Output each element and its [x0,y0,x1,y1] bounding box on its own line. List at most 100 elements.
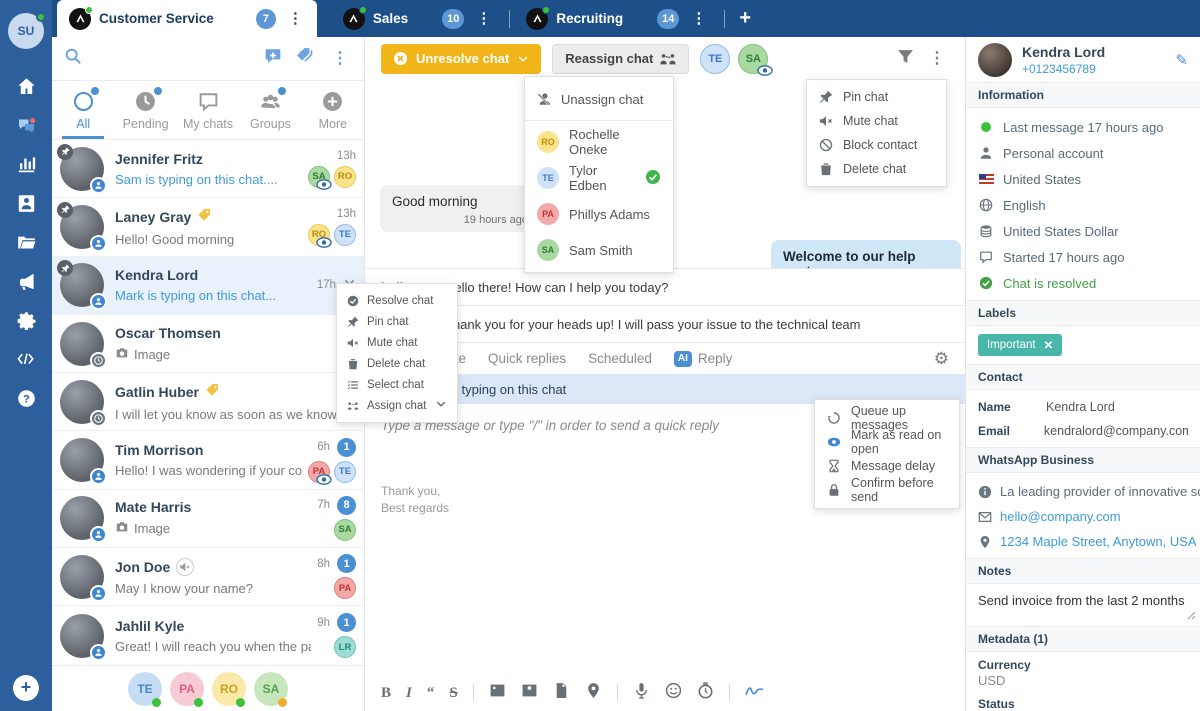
new-chat-icon[interactable] [264,47,282,70]
business-address-link[interactable]: 1234 Maple Street, Anytown, USA 12... [966,529,1200,554]
chat-row-gatlin-huber[interactable]: Gatlin Huber I will let you know as soon… [52,373,364,431]
pinned-icon [57,260,73,276]
filter-tab-my-chats[interactable]: My chats [177,81,239,139]
composer-settings-gear-icon[interactable]: ⚙ [934,349,949,369]
menu-item-delete-chat[interactable]: Delete chat [807,157,946,181]
menu-item-pin-chat[interactable]: Pin chat [807,85,946,109]
menu-item-queue-messages[interactable]: Queue up messages [815,406,959,430]
menu-item-unassign-chat[interactable]: Unassign chat [525,81,673,117]
quote-icon[interactable]: “ [427,685,435,702]
chat-row-jahlil-kyle[interactable]: Jahlil Kyle Great! I will reach you when… [52,606,364,664]
filter-tab-label: Pending [123,117,169,131]
notes-textarea[interactable]: Send invoice from the last 2 months [966,584,1200,626]
tab-sales[interactable]: Sales 10 ⋮ [331,0,506,37]
emoji-icon[interactable] [665,682,682,704]
chat-row-tim-morrison[interactable]: Tim Morrison Hello! I was wondering if y… [52,431,364,489]
tab-scheduled[interactable]: Scheduled [588,343,652,374]
signature-icon[interactable] [745,684,764,702]
chat-row-jon-doe[interactable]: Jon Doe May I know your name? 8h1 PA [52,548,364,606]
assignee-avatar[interactable]: SA [738,44,768,74]
contacts-icon[interactable] [0,184,52,223]
agent-presence-chip[interactable]: PA [170,672,204,706]
filter-icon[interactable] [897,48,914,70]
search-icon[interactable] [64,47,82,70]
menu-item-pin-chat[interactable]: Pin chat [337,311,457,332]
chat-row-oscar-thomsen[interactable]: Oscar Thomsen Image 5h [52,315,364,373]
menu-item-delete-chat[interactable]: Delete chat [337,353,457,374]
contact-card-icon[interactable] [521,682,538,704]
reassign-chat-button[interactable]: Reassign chat [552,44,689,74]
label-chip-important[interactable]: Important✕ [978,334,1062,356]
menu-item-agent-tylor[interactable]: TETylor Edben [525,160,673,196]
menu-item-resolve-chat[interactable]: Resolve chat [337,290,457,311]
tab-ai-reply[interactable]: AIReply [674,343,733,374]
agent-presence-chip[interactable]: TE [128,672,162,706]
analytics-icon[interactable] [0,145,52,184]
files-icon[interactable] [0,223,52,262]
message-time: 19 hours ago [392,214,528,226]
tab-menu-icon[interactable]: ⋮ [284,11,307,26]
mic-icon[interactable] [633,682,650,704]
broadcast-icon[interactable] [0,262,52,301]
tab-quick-replies[interactable]: Quick replies [488,343,566,374]
menu-item-mute-chat[interactable]: Mute chat [337,332,457,353]
edit-contact-icon[interactable]: ✎ [1175,51,1188,69]
italic-icon[interactable]: I [406,685,412,702]
menu-item-assign-chat[interactable]: Assign chat [337,395,457,416]
chat-time: 17h [317,279,336,291]
envelope-icon [978,510,992,524]
notes-text: Send invoice from the last 2 months [978,593,1185,608]
filter-tab-groups[interactable]: Groups [239,81,301,139]
agent-presence-chip[interactable]: SA [254,672,288,706]
assignee-avatar[interactable]: TE [700,44,730,74]
file-icon[interactable] [553,682,570,704]
chats-icon[interactable] [0,106,52,145]
filter-tab-pending[interactable]: Pending [114,81,176,139]
tab-menu-icon[interactable]: ⋮ [472,11,495,26]
home-icon[interactable] [0,67,52,106]
chat-row-laney-gray[interactable]: Laney Gray Hello! Good morning 13h ROTE [52,198,364,256]
agent-presence-chip[interactable]: RO [212,672,246,706]
chat-row-mate-harris[interactable]: Mate Harris Image 7h8 SA [52,490,364,548]
business-email-link[interactable]: hello@company.com [966,504,1200,529]
chat-row-jennifer-fritz[interactable]: Jennifer Fritz Sam is typing on this cha… [52,140,364,198]
menu-item-block-contact[interactable]: Block contact [807,133,946,157]
remove-label-icon[interactable]: ✕ [1044,338,1054,352]
menu-item-agent-sam[interactable]: SASam Smith [525,232,673,268]
help-icon[interactable]: ? [0,379,52,418]
labels-filter-icon[interactable] [296,47,314,70]
strikethrough-icon[interactable]: S [449,685,457,702]
tab-customer-service[interactable]: Customer Service 7 ⋮ [57,0,317,37]
menu-item-message-delay[interactable]: Message delay [815,454,959,478]
timer-icon[interactable] [697,682,714,704]
settings-icon[interactable] [0,301,52,340]
tab-recruiting[interactable]: Recruiting 14 ⋮ [514,0,720,37]
conversation-menu-icon[interactable]: ⋮ [925,51,949,67]
filter-tab-more[interactable]: More [302,81,364,139]
section-whatsapp-business: WhatsApp Business [966,447,1200,473]
add-workspace-button[interactable]: + [13,675,39,701]
filter-tab-all[interactable]: All [52,81,114,139]
menu-item-agent-phillys[interactable]: PAPhillys Adams [525,196,673,232]
tab-menu-icon[interactable]: ⋮ [687,11,710,26]
location-icon[interactable] [585,682,602,704]
menu-item-select-chat[interactable]: Select chat [337,374,457,395]
resize-handle[interactable] [1187,608,1196,623]
media-icon[interactable] [489,682,506,704]
menu-item-mute-chat[interactable]: Mute chat [807,109,946,133]
filter-tab-label: Groups [250,117,291,131]
new-tab-button[interactable]: + [729,7,761,30]
menu-item-mark-read-on-open[interactable]: Mark as read on open [815,430,959,454]
contact-phone[interactable]: +0123456789 [1022,62,1105,76]
chat-row-kendra-lord[interactable]: Kendra Lord Mark is typing on this chat.… [52,257,364,315]
menu-item-agent-rochelle[interactable]: RORochelle Oneke [525,124,673,160]
chat-list-menu-icon[interactable]: ⋮ [328,51,352,67]
unresolve-chat-button[interactable]: Unresolve chat [381,44,541,74]
integrations-icon[interactable] [0,340,52,379]
person-slash-icon [537,92,551,106]
bold-icon[interactable]: B [381,685,391,702]
chevron-down-icon [435,398,447,413]
menu-item-confirm-before-send[interactable]: Confirm before send [815,478,959,502]
clock-icon [135,91,156,112]
user-avatar[interactable]: SU [8,13,44,49]
